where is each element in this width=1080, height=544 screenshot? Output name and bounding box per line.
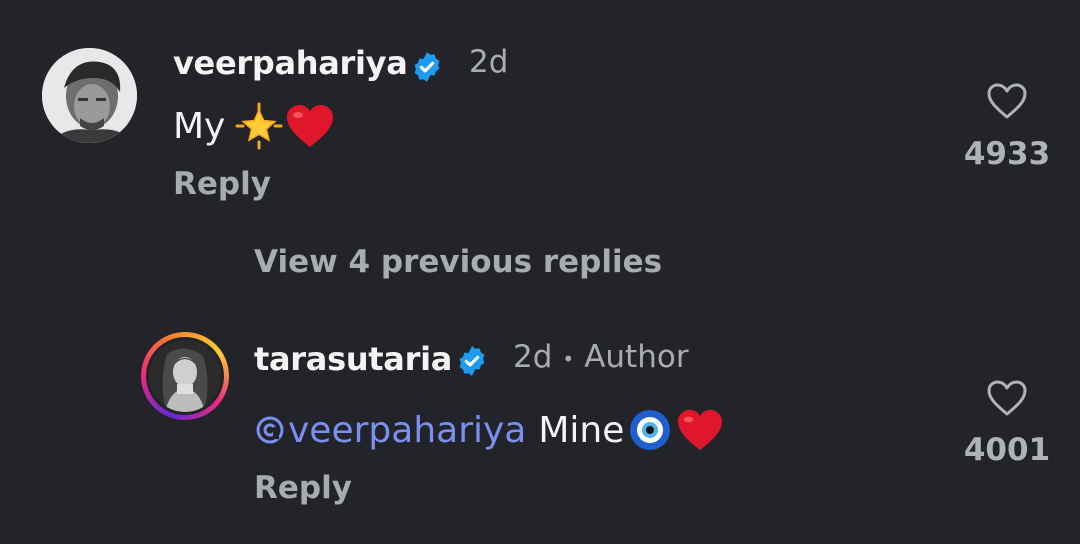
mention-username[interactable]: veerpahariya <box>288 410 526 451</box>
like-heart-icon[interactable] <box>986 379 1028 417</box>
story-ring[interactable] <box>141 332 229 420</box>
author-badge: Author <box>584 339 689 375</box>
heart-emoji-icon <box>678 409 723 451</box>
reply-reply-button[interactable]: Reply <box>254 470 352 506</box>
avatar-tarasutaria <box>146 337 224 415</box>
comment-thread: veerpahariya 2d My Reply 4933 View 4 pre… <box>0 0 1080 544</box>
heart-emoji-icon <box>287 105 334 147</box>
meta-separator: • <box>562 346 575 371</box>
comment-like-count: 4933 <box>963 136 1051 172</box>
reply-meta: 2d • Author <box>513 339 689 375</box>
verified-badge-icon <box>414 52 440 82</box>
comment-text: My <box>173 100 335 152</box>
verified-badge-icon <box>459 346 485 376</box>
comment-reply-button[interactable]: Reply <box>173 166 271 202</box>
nazar-emoji-icon <box>630 410 671 450</box>
reply-text-body: Mine <box>538 409 625 451</box>
like-heart-icon[interactable] <box>986 82 1028 120</box>
avatar-photo <box>42 48 137 143</box>
mention-link[interactable]: veerpahariya <box>254 410 526 451</box>
reply-username[interactable]: tarasutaria <box>254 340 452 378</box>
avatar-photo <box>149 340 221 412</box>
threads-at-icon <box>256 416 284 444</box>
reply-text: veerpahariya Mine <box>254 404 724 456</box>
comment-timestamp: 2d <box>469 44 509 80</box>
reply-like-count: 4001 <box>963 432 1051 468</box>
star-emoji-icon <box>235 102 283 150</box>
reply-timestamp: 2d <box>513 339 553 375</box>
comment-text-prefix: My <box>173 105 226 147</box>
view-previous-replies-button[interactable]: View 4 previous replies <box>254 244 662 280</box>
avatar-veerpahariya[interactable] <box>42 48 137 143</box>
comment-username[interactable]: veerpahariya <box>173 44 408 82</box>
